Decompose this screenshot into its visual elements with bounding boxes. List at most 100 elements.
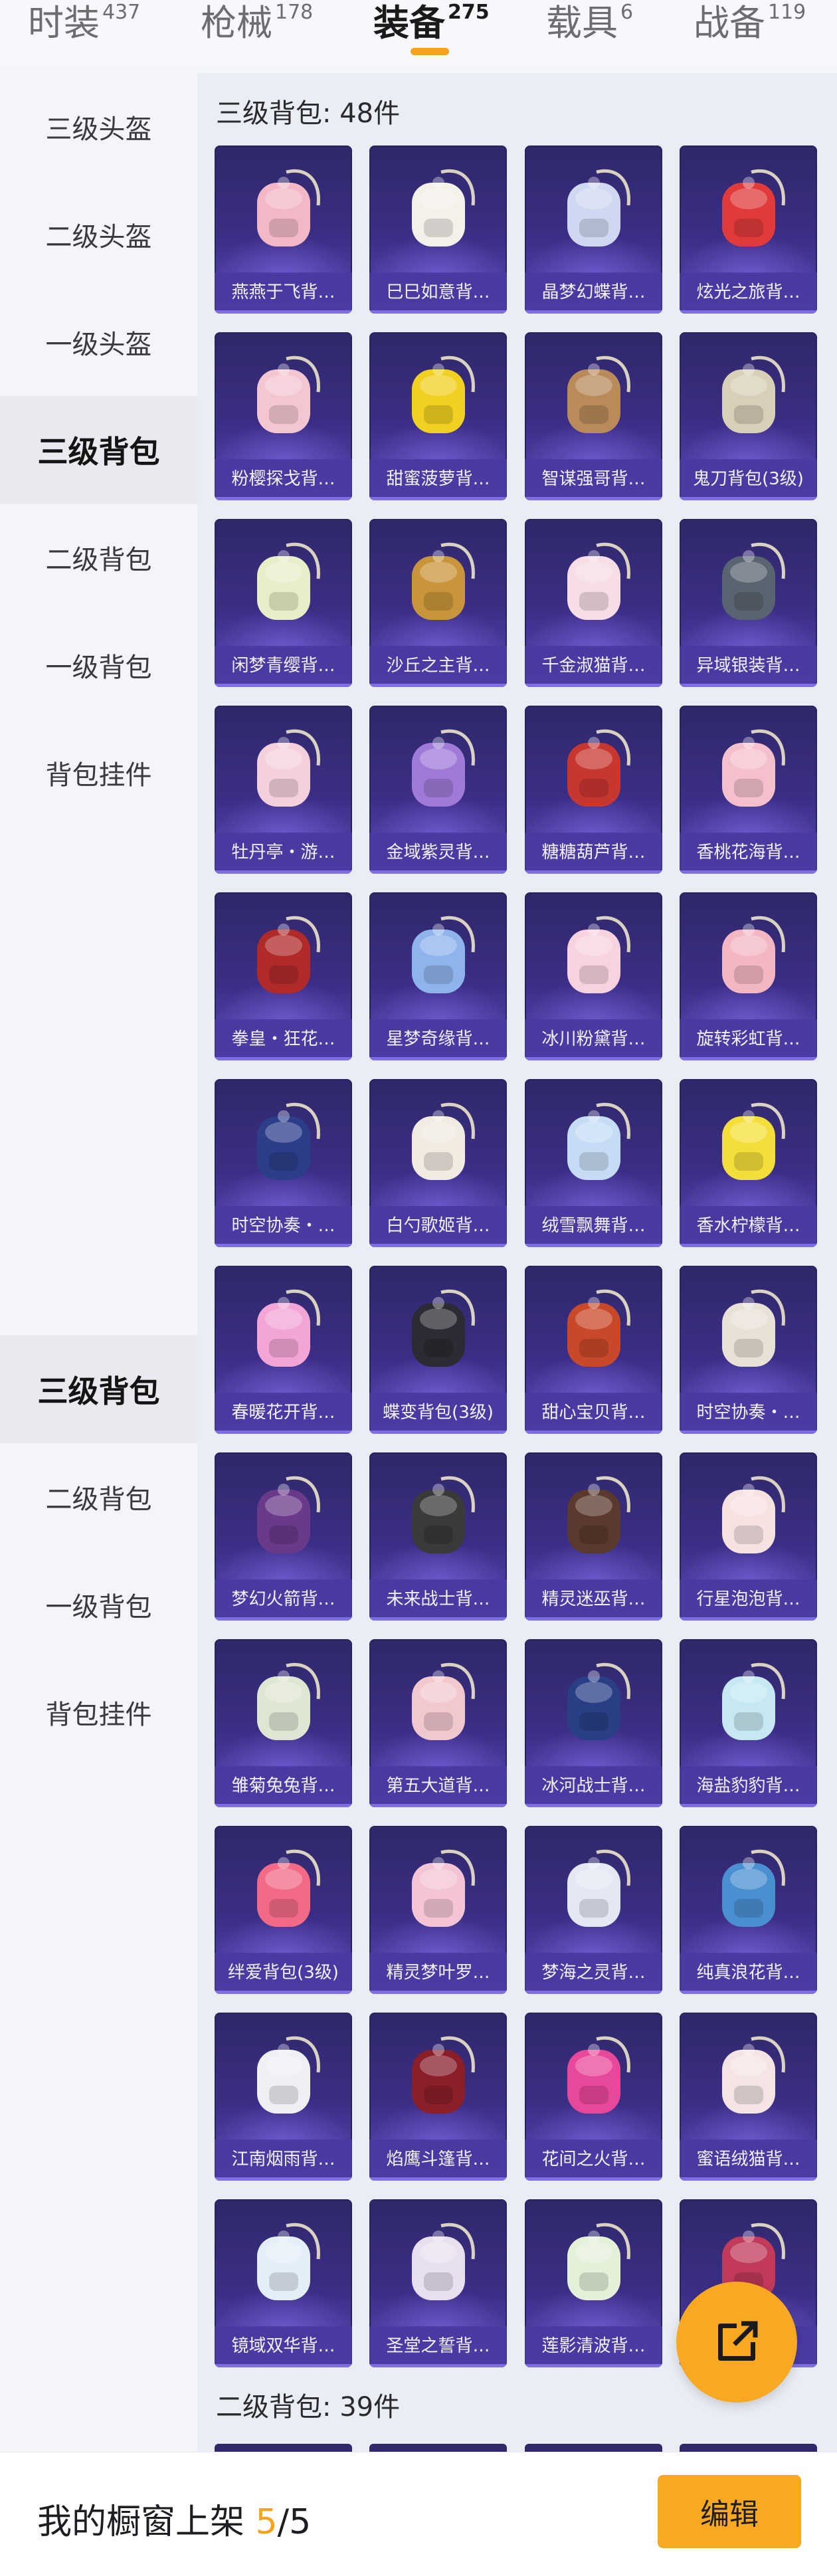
rarity-bar <box>525 1617 662 1621</box>
sidebar-item-backpack-charm[interactable]: 背包挂件 <box>0 719 197 827</box>
item-card[interactable]: 精灵梦叶罗… <box>369 1826 507 1994</box>
item-card[interactable]: 焰鹰斗篷背… <box>369 2013 507 2181</box>
item-card[interactable]: 第五大道背… <box>369 1639 507 1807</box>
item-name: 镜域双华背… <box>215 2326 352 2367</box>
item-card[interactable]: 燕燕于飞背… <box>215 146 352 314</box>
item-card[interactable]: 冰河战士背… <box>525 1639 662 1807</box>
sidebar-item-level1-backpack[interactable]: 一级背包 <box>0 1551 197 1658</box>
rarity-bar <box>369 497 507 500</box>
tab-vehicles[interactable]: 载具 6 <box>546 0 633 66</box>
backpack-icon <box>567 729 630 807</box>
tab-combat-gear[interactable]: 战备 119 <box>694 0 806 66</box>
edit-button[interactable]: 编辑 <box>658 2475 801 2548</box>
item-card[interactable]: 星梦奇缘背… <box>369 892 507 1060</box>
backpack-icon <box>412 169 475 247</box>
item-name: 拳皇・狂花… <box>215 1019 352 1060</box>
item-card[interactable]: 拳皇・狂花… <box>215 892 352 1060</box>
item-card[interactable]: 莲影清波背… <box>525 2199 662 2367</box>
item-card[interactable]: 江南烟雨背… <box>215 2013 352 2181</box>
item-card[interactable]: 智谋强哥背… <box>525 332 662 500</box>
item-card[interactable]: 时空协奏・… <box>680 1266 817 1434</box>
item-card[interactable]: 雏菊兔兔背… <box>215 1639 352 1807</box>
item-name: 智谋强哥背… <box>525 459 662 500</box>
sidebar-item-level3-backpack[interactable]: 三级背包 <box>0 396 197 504</box>
item-card[interactable]: 千金淑猫背… <box>525 519 662 687</box>
backpack-icon <box>412 1849 475 1927</box>
backpack-icon <box>412 1476 475 1553</box>
item-card[interactable]: 蜜语绒猫背… <box>680 2013 817 2181</box>
item-card[interactable]: 绒雪飘舞背… <box>525 1079 662 1247</box>
rarity-bar <box>680 310 817 314</box>
rarity-bar <box>525 1431 662 1434</box>
rarity-bar <box>680 870 817 874</box>
backpack-icon <box>257 1476 320 1553</box>
item-card[interactable]: 炫光之旅背… <box>680 146 817 314</box>
item-card[interactable]: 精灵迷巫背… <box>525 1452 662 1621</box>
backpack-icon <box>567 916 630 993</box>
backpack-icon <box>257 916 320 993</box>
item-card[interactable]: 梦海之灵背… <box>525 1826 662 1994</box>
backpack-icon <box>257 2036 320 2114</box>
sidebar-item-level2-helmet[interactable]: 二级头盔 <box>0 181 197 288</box>
item-name: 行星泡泡背… <box>680 1579 817 1621</box>
item-card[interactable]: 圣堂之誓背… <box>369 2199 507 2367</box>
tab-count: 178 <box>275 1 314 24</box>
item-name: 冰川粉黛背… <box>525 1019 662 1060</box>
item-card[interactable]: 香桃花海背… <box>680 706 817 874</box>
item-card[interactable]: 牡丹亭・游… <box>215 706 352 874</box>
backpack-icon <box>722 542 785 620</box>
sidebar-item-level3-helmet[interactable]: 三级头盔 <box>0 73 197 181</box>
backpack-icon <box>257 169 320 247</box>
item-card[interactable]: 异域银装背… <box>680 519 817 687</box>
rarity-bar <box>215 497 352 500</box>
item-card[interactable]: 时空协奏・… <box>215 1079 352 1247</box>
rarity-bar <box>215 1057 352 1060</box>
item-name: 牡丹亭・游… <box>215 833 352 874</box>
backpack-icon <box>567 169 630 247</box>
item-card[interactable]: 糖糖葫芦背… <box>525 706 662 874</box>
item-card[interactable]: 香水柠檬背… <box>680 1079 817 1247</box>
item-card[interactable]: 行星泡泡背… <box>680 1452 817 1621</box>
item-card[interactable]: 沙丘之主背… <box>369 519 507 687</box>
item-name: 千金淑猫背… <box>525 646 662 687</box>
tab-guns[interactable]: 枪械 178 <box>201 0 313 66</box>
backpack-icon <box>567 1476 630 1553</box>
item-name: 炫光之旅背… <box>680 272 817 314</box>
item-card[interactable]: 花间之火背… <box>525 2013 662 2181</box>
item-card[interactable]: 纯真浪花背… <box>680 1826 817 1994</box>
item-name: 精灵迷巫背… <box>525 1579 662 1621</box>
tab-fashion[interactable]: 时装 437 <box>28 0 140 66</box>
rarity-bar <box>369 1617 507 1621</box>
sidebar-item-level1-backpack[interactable]: 一级背包 <box>0 611 197 719</box>
item-card[interactable]: 旋转彩虹背… <box>680 892 817 1060</box>
item-card[interactable]: 闲梦青缨背… <box>215 519 352 687</box>
item-card[interactable]: 白勺歌姬背… <box>369 1079 507 1247</box>
item-card[interactable]: 巳巳如意背… <box>369 146 507 314</box>
sidebar-item-level1-helmet[interactable]: 一级头盔 <box>0 288 197 396</box>
item-card[interactable]: 冰川粉黛背… <box>525 892 662 1060</box>
item-card[interactable]: 金域紫灵背… <box>369 706 507 874</box>
item-card[interactable]: 春暖花开背… <box>215 1266 352 1434</box>
item-card[interactable]: 镜域双华背… <box>215 2199 352 2367</box>
sidebar-item-level2-backpack[interactable]: 二级背包 <box>0 504 197 611</box>
sidebar-item-level3-backpack[interactable]: 三级背包 <box>0 1336 197 1443</box>
item-card[interactable]: 粉樱探戈背… <box>215 332 352 500</box>
item-card[interactable]: 绊爱背包(3级) <box>215 1826 352 1994</box>
item-card[interactable]: 甜蜜菠萝背… <box>369 332 507 500</box>
rarity-bar <box>369 310 507 314</box>
app: 时装 437 枪械 178 装备 275 载具 6 战备 119 三级头盔 二级… <box>0 0 837 2576</box>
item-card[interactable]: 鬼刀背包(3级) <box>680 332 817 500</box>
item-card[interactable]: 晶梦幻蝶背… <box>525 146 662 314</box>
item-name: 晶梦幻蝶背… <box>525 272 662 314</box>
item-card[interactable]: 海盐豹豹背… <box>680 1639 817 1807</box>
sidebar-item-backpack-charm[interactable]: 背包挂件 <box>0 1658 197 1766</box>
item-card[interactable]: 甜心宝贝背… <box>525 1266 662 1434</box>
tab-equipment[interactable]: 装备 275 <box>373 0 490 66</box>
item-name: 星梦奇缘背… <box>369 1019 507 1060</box>
rarity-bar <box>525 310 662 314</box>
sidebar-item-level2-backpack[interactable]: 二级背包 <box>0 1443 197 1551</box>
share-button[interactable] <box>676 2282 797 2403</box>
item-card[interactable]: 蝶变背包(3级) <box>369 1266 507 1434</box>
item-card[interactable]: 未来战士背… <box>369 1452 507 1621</box>
item-card[interactable]: 梦幻火箭背… <box>215 1452 352 1621</box>
